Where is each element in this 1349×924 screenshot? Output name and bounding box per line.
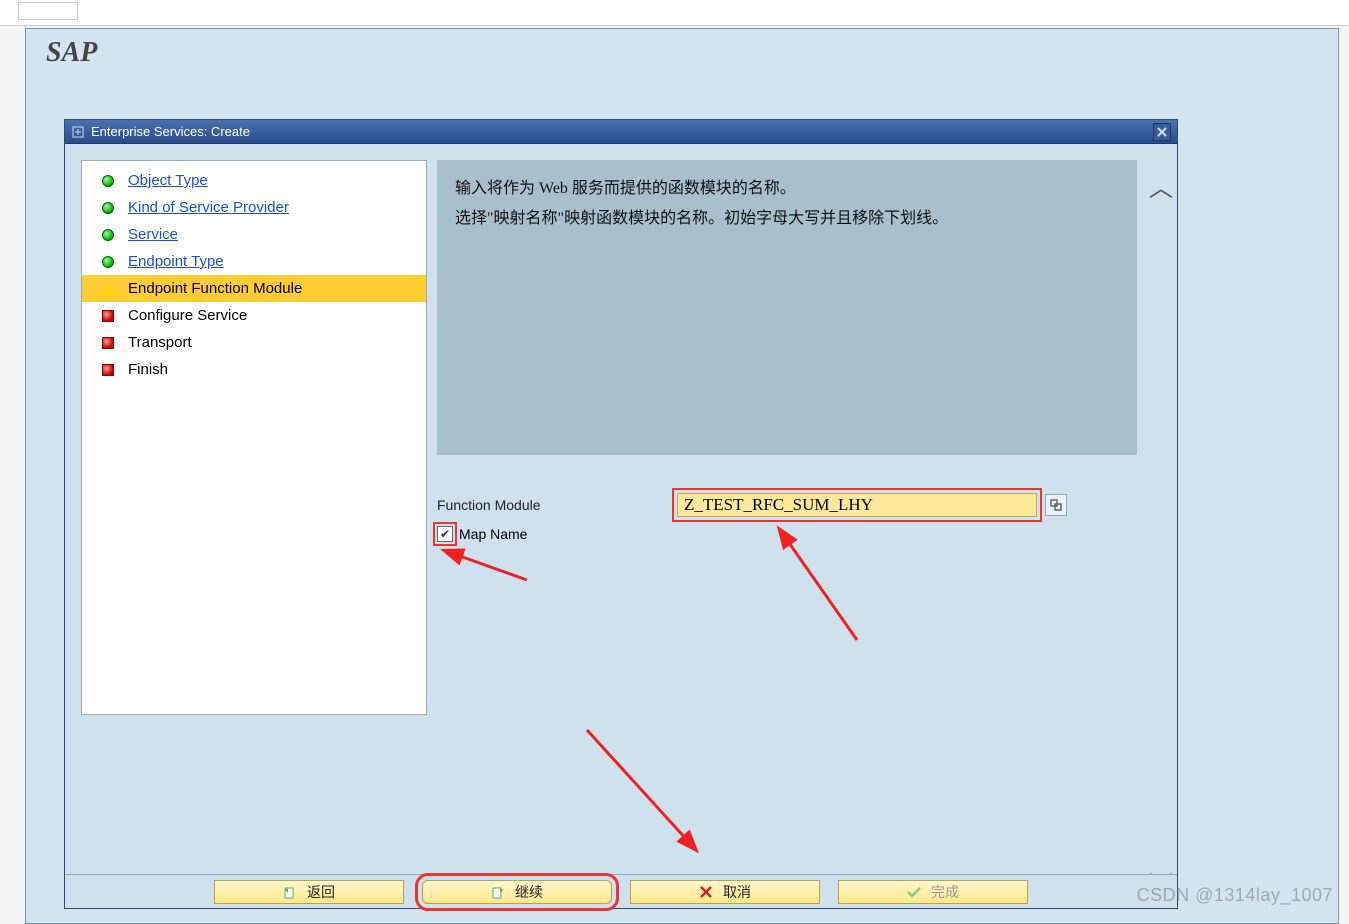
back-icon [283, 885, 297, 899]
function-module-input[interactable] [677, 493, 1037, 517]
scroll-up-icon[interactable]: ︿ [1149, 168, 1169, 203]
wizard-step-label[interactable]: Service [128, 226, 178, 243]
dialog-close-button[interactable] [1153, 123, 1171, 141]
wizard-step-4: Endpoint Function Module [82, 275, 426, 302]
wizard-step-label: Configure Service [128, 307, 247, 324]
back-button-label: 返回 [307, 882, 335, 902]
value-help-button[interactable] [1045, 494, 1067, 516]
annotation-arrow-checkbox [447, 550, 537, 593]
cancel-icon [699, 885, 713, 899]
tab-stub [18, 2, 78, 20]
map-name-row: ✔ Map Name [437, 526, 1137, 542]
outer-browser-top [0, 0, 1349, 26]
map-name-label: Map Name [459, 526, 527, 542]
continue-button-label: 继续 [515, 882, 543, 902]
description-line-1: 输入将作为 Web 服务而提供的函数模块的名称。 [455, 174, 1119, 204]
wizard-step-label[interactable]: Kind of Service Provider [128, 199, 289, 216]
description-line-2: 选择"映射名称"映射函数模块的名称。初始字母大写并且移除下划线。 [455, 204, 1119, 234]
annotation-arrow-continue [577, 720, 707, 853]
annotation-arrow-input [767, 530, 887, 653]
dialog-body: Object Type Kind of Service Provider Servi… [65, 144, 1177, 908]
wizard-step-0[interactable]: Object Type [82, 167, 426, 194]
dialog-titlebar: Enterprise Services: Create [65, 120, 1177, 144]
wizard-step-6: Transport [82, 329, 426, 356]
wizard-step-3[interactable]: Endpoint Type [82, 248, 426, 275]
function-module-label: Function Module [437, 497, 677, 513]
wizard-step-1[interactable]: Kind of Service Provider [82, 194, 426, 221]
wizard-content-panel: 输入将作为 Web 服务而提供的函数模块的名称。 选择"映射名称"映射函数模块的… [427, 160, 1177, 908]
wizard-step-label: Finish [128, 361, 168, 378]
wizard-step-label: Transport [128, 334, 192, 351]
wizard-step-7: Finish [82, 356, 426, 383]
wizard-button-bar: 返回 继续 取消 完成 [65, 874, 1177, 908]
cancel-button[interactable]: 取消 [630, 880, 820, 904]
finish-button-label: 完成 [931, 882, 959, 902]
wizard-step-label: Endpoint Function Module [128, 280, 302, 297]
finish-button[interactable]: 完成 [838, 880, 1028, 904]
status-led-green-icon [100, 200, 116, 216]
wizard-step-list: Object Type Kind of Service Provider Servi… [81, 160, 427, 715]
wizard-step-2[interactable]: Service [82, 221, 426, 248]
wizard-step-label[interactable]: Object Type [128, 172, 208, 189]
wizard-step-label[interactable]: Endpoint Type [128, 253, 224, 270]
continue-icon [491, 885, 505, 899]
checkmark-icon: ✔ [440, 527, 450, 541]
status-led-green-icon [100, 227, 116, 243]
form-area: Function Module ✔ Map Name [437, 490, 1137, 542]
status-led-yellow-icon [100, 281, 116, 297]
status-led-red-icon [100, 335, 116, 351]
dialog-titlebar-icon [71, 125, 85, 139]
step-description-box: 输入将作为 Web 服务而提供的函数模块的名称。 选择"映射名称"映射函数模块的… [437, 160, 1137, 455]
map-name-checkbox[interactable]: ✔ [437, 526, 453, 542]
continue-button[interactable]: 继续 [422, 880, 612, 904]
description-scrollbar: ︿ ﹀ [1149, 168, 1169, 900]
dialog-title-text: Enterprise Services: Create [91, 124, 250, 139]
status-led-red-icon [100, 308, 116, 324]
status-led-green-icon [100, 254, 116, 270]
cancel-button-label: 取消 [723, 882, 751, 902]
wizard-dialog: Enterprise Services: Create Object Type K… [64, 119, 1178, 909]
function-module-row: Function Module [437, 490, 1137, 520]
sap-main-window: SAP Enterprise Services: Create Object T… [25, 28, 1339, 924]
finish-icon [907, 885, 921, 899]
back-button[interactable]: 返回 [214, 880, 404, 904]
status-led-green-icon [100, 173, 116, 189]
sap-logo: SAP [46, 37, 97, 69]
status-led-red-icon [100, 362, 116, 378]
wizard-step-5: Configure Service [82, 302, 426, 329]
